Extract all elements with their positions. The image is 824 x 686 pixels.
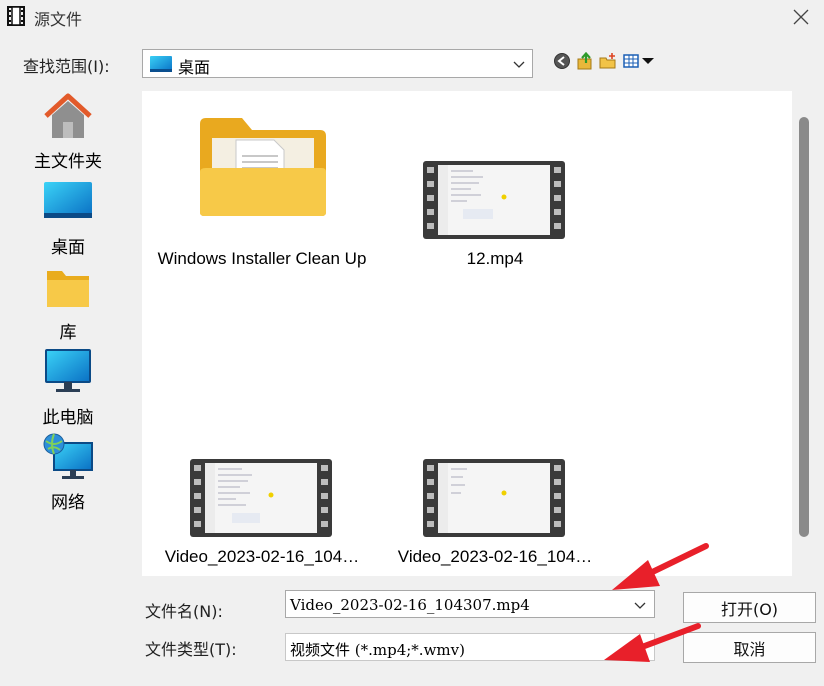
file-item-folder[interactable]: Windows Installer Clean Up bbox=[142, 91, 382, 311]
file-type-value: 视频文件 (*.mp4;*.wmv) bbox=[290, 641, 465, 659]
place-label: 桌面 bbox=[51, 238, 85, 258]
film-icon bbox=[7, 6, 25, 26]
open-button[interactable]: 打开(O) bbox=[683, 592, 816, 623]
video-thumbnail-icon bbox=[423, 161, 565, 239]
place-desktop[interactable]: 桌面 bbox=[16, 178, 120, 258]
view-menu-icon[interactable] bbox=[622, 52, 656, 70]
file-item-video[interactable]: Video_2023-02-16_104… bbox=[142, 331, 382, 576]
cancel-button[interactable]: 取消 bbox=[683, 632, 816, 663]
computer-icon bbox=[45, 349, 91, 392]
desktop-icon bbox=[44, 182, 92, 218]
file-type-combo[interactable]: 视频文件 (*.mp4;*.wmv) bbox=[285, 633, 655, 661]
up-folder-icon[interactable] bbox=[576, 52, 594, 70]
new-folder-icon[interactable] bbox=[599, 52, 617, 70]
places-bar: 主文件夹 桌面 库 此电脑 网络 bbox=[0, 88, 135, 686]
file-name: Windows Installer Clean Up bbox=[157, 249, 367, 268]
file-item-video[interactable]: Video_2023-02-16_104… bbox=[375, 331, 615, 576]
file-name: Video_2023-02-16_104… bbox=[164, 547, 360, 566]
chevron-down-icon bbox=[634, 602, 646, 609]
file-name-value: Video_2023-02-16_104307.mp4 bbox=[290, 596, 530, 614]
file-name-combo[interactable]: Video_2023-02-16_104307.mp4 bbox=[285, 590, 655, 618]
network-icon bbox=[43, 433, 93, 479]
back-icon[interactable] bbox=[553, 52, 571, 70]
file-item-video[interactable]: 12.mp4 bbox=[375, 91, 615, 311]
place-label: 此电脑 bbox=[42, 408, 94, 428]
place-this-pc[interactable]: 此电脑 bbox=[16, 348, 120, 428]
place-label: 库 bbox=[59, 323, 77, 343]
file-list[interactable]: Windows Installer Clean Up 12.mp4 Video_… bbox=[142, 91, 792, 576]
look-in-combo[interactable]: 桌面 bbox=[142, 49, 533, 78]
home-icon bbox=[44, 93, 92, 138]
title-bar: 源文件 bbox=[0, 0, 824, 34]
desktop-small-icon bbox=[150, 56, 172, 72]
look-in-value: 桌面 bbox=[178, 58, 211, 77]
file-name-label: 文件名(N): bbox=[145, 602, 223, 621]
window-title: 源文件 bbox=[34, 10, 83, 29]
place-library[interactable]: 库 bbox=[16, 263, 120, 343]
video-thumbnail-icon bbox=[190, 459, 332, 537]
scrollbar-thumb[interactable] bbox=[799, 117, 809, 537]
close-button[interactable] bbox=[786, 2, 816, 32]
place-label: 主文件夹 bbox=[34, 152, 102, 172]
close-icon bbox=[793, 9, 809, 25]
file-type-label: 文件类型(T): bbox=[145, 640, 237, 659]
place-network[interactable]: 网络 bbox=[16, 433, 120, 513]
file-name: Video_2023-02-16_104… bbox=[397, 547, 593, 566]
look-in-label: 查找范围(I): bbox=[23, 57, 110, 76]
folder-icon bbox=[200, 118, 326, 216]
video-thumbnail-icon bbox=[423, 459, 565, 537]
chevron-down-icon bbox=[513, 61, 525, 68]
file-name: 12.mp4 bbox=[466, 249, 524, 268]
place-home[interactable]: 主文件夹 bbox=[16, 92, 120, 172]
place-label: 网络 bbox=[51, 493, 85, 513]
library-icon bbox=[47, 271, 89, 307]
vertical-scrollbar[interactable] bbox=[795, 91, 815, 576]
